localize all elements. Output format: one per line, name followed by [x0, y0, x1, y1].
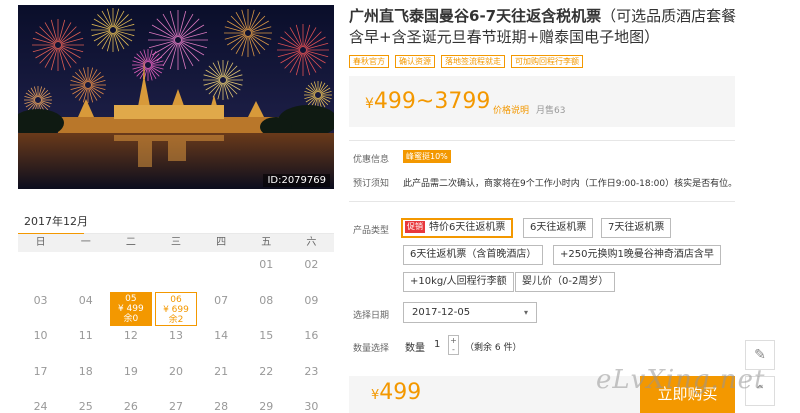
calendar-grid: 01 02 03 04 05 ¥ 499 余0 06 ¥ 699 余2 07 08 09 10 11 12 13… [18, 252, 334, 413]
calendar-day: 22 [259, 364, 274, 378]
edit-icon[interactable]: ✎ [745, 340, 775, 370]
product-tags: 春秋官方 确认资源 落地签流程就走 可加购回程行李额 [349, 55, 583, 68]
calendar-day: 19 [123, 364, 138, 378]
option-infant[interactable]: 婴儿价（0-2周岁） [515, 272, 616, 292]
product-title-main: 广州直飞泰国曼谷6-7天往返含税机票 [349, 7, 602, 25]
calendar-day: 18 [78, 364, 93, 378]
option-hotel-addon[interactable]: +250元换购1晚曼谷神奇酒店含早 [553, 245, 721, 265]
remaining-stock: （剩余 6 件） [465, 343, 522, 353]
product-photo: ID:2079769 [18, 5, 334, 189]
calendar-week-row: 17 18 19 20 21 22 23 [18, 359, 334, 395]
calendar-weekday-header: 日一二三四五六 [18, 234, 334, 252]
scroll-top-icon[interactable]: ⌃ [745, 376, 775, 406]
calendar-day [199, 252, 244, 288]
tag-confirmed: 确认资源 [395, 55, 435, 68]
weekday-label: 二 [125, 237, 136, 248]
tag-luggage: 可加购回程行李额 [511, 55, 583, 68]
calendar-day: 07 [214, 293, 229, 307]
calendar-day [18, 252, 63, 288]
calendar-day: 01 [259, 258, 274, 271]
calendar-day: 13 [168, 329, 183, 342]
price-range: ¥499~3799 [365, 89, 491, 114]
calendar-day [63, 252, 108, 288]
notice-text: 此产品需二次确认，商家将在9个工作小时内（工作日9:00-18:00）核实是否有… [403, 179, 738, 189]
calendar-day: 20 [168, 364, 183, 378]
promo-label: 优惠信息 [353, 155, 390, 165]
calendar-day: 23 [304, 364, 319, 378]
calendar-day: 12 [123, 329, 138, 342]
tag-visa: 落地签流程就走 [441, 55, 505, 68]
calendar-week-row: 10 11 12 13 14 15 16 [18, 323, 334, 359]
monthly-sales: 月售63 [536, 106, 566, 116]
calendar-day: 10 [33, 329, 48, 342]
calendar-day: 29 [259, 400, 274, 413]
calendar-day[interactable]: 06 ¥ 699 余2 [153, 288, 198, 326]
calendar-day: 24 [33, 400, 48, 413]
option-7day[interactable]: 7天往返机票 [601, 218, 672, 238]
price-note-link[interactable]: 价格说明 [493, 103, 529, 116]
quantity-label: 数量选择 [353, 344, 390, 354]
calendar-day: 27 [168, 400, 183, 413]
plus-icon[interactable]: + [449, 336, 458, 345]
date-label: 选择日期 [353, 311, 390, 321]
date-select[interactable]: 2017-12-05 ▾ [403, 302, 537, 323]
weekday-label: 三 [170, 237, 181, 248]
option-6day-hotel[interactable]: 6天往返机票（含首晚酒店） [403, 245, 544, 265]
calendar-week-row: 24 25 26 27 28 29 30 [18, 394, 334, 413]
calendar-week-row: 01 02 [18, 252, 334, 288]
calendar-stock: 余0 [123, 313, 139, 324]
price-box: ¥499~3799 价格说明 月售63 [349, 76, 735, 127]
notice-label: 预订须知 [353, 179, 390, 189]
calendar-day [108, 252, 153, 288]
weekday-label: 日 [35, 237, 46, 248]
calendar-day[interactable]: 05 ¥ 499 余0 [108, 288, 153, 326]
promo-tag: 促销 [405, 221, 425, 233]
calendar-day [153, 252, 198, 288]
calendar-day: 25 [78, 400, 93, 413]
weekday-label: 一 [80, 237, 91, 248]
weekday-label: 四 [216, 237, 227, 248]
quantity-input[interactable]: 1 [434, 339, 440, 350]
calendar-day: 08 [259, 293, 274, 307]
calendar-day: 04 [78, 293, 93, 307]
calendar-month: 2017年12月 [24, 215, 88, 228]
buy-now-button[interactable]: 立即购买 [640, 376, 735, 413]
divider [349, 140, 735, 141]
calendar-day: 03 [33, 293, 48, 307]
product-type-label: 产品类型 [353, 226, 390, 236]
calendar-day: 09 [304, 293, 319, 307]
calendar-date: 05 [125, 293, 137, 304]
product-title: 广州直飞泰国曼谷6-7天往返含税机票（可选品质酒店套餐含早+含圣诞元旦春节班期+… [349, 6, 739, 48]
calendar-day: 15 [259, 329, 274, 342]
chevron-down-icon: ▾ [523, 308, 528, 317]
calendar-week-row: 03 04 05 ¥ 499 余0 06 ¥ 699 余2 07 08 09 [18, 288, 334, 326]
option-special-6day[interactable]: 促销 特价6天往返机票 [401, 218, 514, 238]
calendar-day: 21 [214, 364, 229, 378]
bottom-price: ¥499 [371, 380, 422, 405]
promo-badge: 峰蜜挺10% [403, 150, 451, 163]
image-id-label: ID:2079769 [263, 174, 330, 187]
option-6day[interactable]: 6天往返机票 [523, 218, 594, 238]
tag-official: 春秋官方 [349, 55, 389, 68]
calendar-day: 17 [33, 364, 48, 378]
calendar-price: ¥ 699 [163, 304, 189, 315]
calendar-price-cell[interactable]: 06 ¥ 699 余2 [154, 291, 197, 326]
calendar-day: 28 [214, 400, 229, 413]
weekday-label: 六 [306, 237, 317, 248]
divider [349, 201, 735, 202]
calendar-day: 14 [214, 329, 229, 342]
calendar-day: 16 [304, 329, 319, 342]
calendar-day: 30 [304, 400, 319, 413]
calendar-price: ¥ 499 [117, 303, 144, 314]
calendar-day: 02 [304, 258, 319, 271]
quantity-field-label: 数量 [405, 343, 425, 354]
calendar-day: 26 [123, 400, 138, 413]
calendar-date: 06 [170, 294, 182, 305]
calendar-day: 11 [78, 329, 93, 342]
minus-icon[interactable]: - [449, 345, 458, 354]
weekday-label: 五 [261, 237, 272, 248]
quantity-stepper[interactable]: + - [448, 335, 459, 355]
calendar-price-cell[interactable]: 05 ¥ 499 余0 [109, 291, 152, 326]
option-luggage[interactable]: +10kg/人回程行李额 [403, 272, 514, 292]
